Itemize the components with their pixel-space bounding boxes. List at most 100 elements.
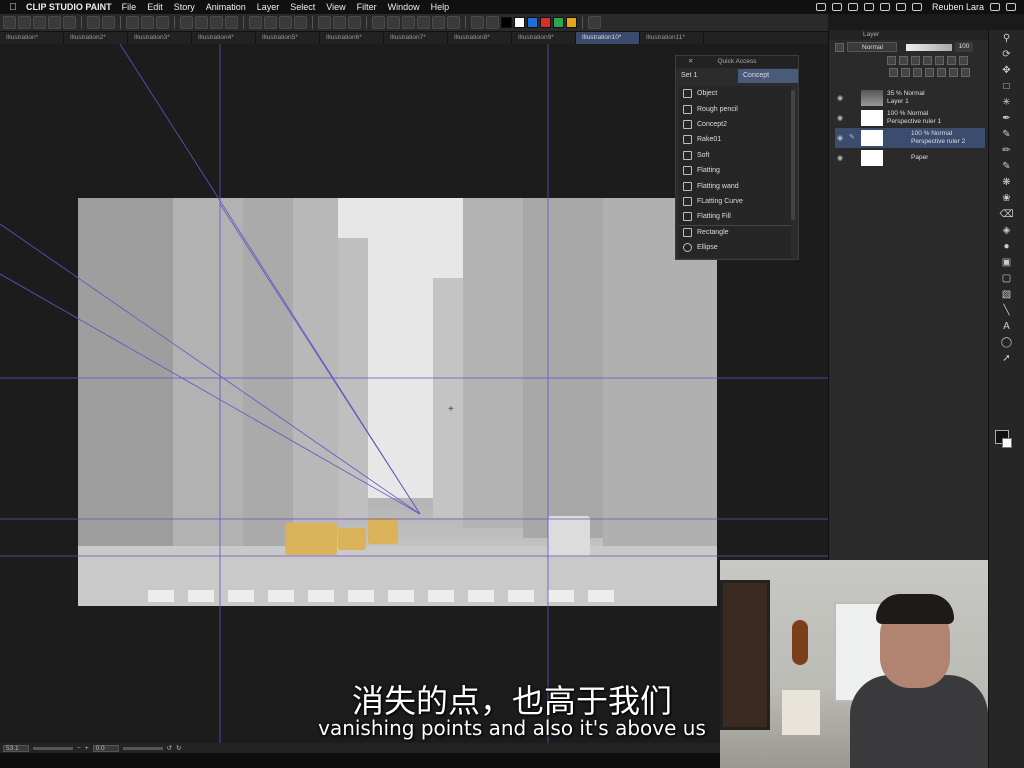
set-tab-concept[interactable]: Concept (738, 69, 798, 83)
clear-icon[interactable] (156, 16, 169, 29)
export-icon[interactable] (48, 16, 61, 29)
swatch-white[interactable] (514, 17, 525, 28)
mask-add-icon[interactable] (937, 67, 946, 77)
opacity-value[interactable]: 100 (955, 42, 973, 52)
decoration-icon[interactable]: ❀ (1000, 192, 1014, 206)
swatch-red[interactable] (540, 17, 551, 28)
brush-icon[interactable]: ✎ (1000, 160, 1014, 174)
wifi-icon[interactable] (863, 3, 874, 11)
apply-mask-icon[interactable] (949, 67, 958, 77)
deselect-icon[interactable] (210, 16, 223, 29)
merge-down-icon[interactable] (925, 67, 934, 77)
menu-story[interactable]: Story (174, 2, 195, 12)
gradient-icon[interactable]: ▣ (1000, 256, 1014, 270)
zoom-in-icon[interactable]: + (85, 745, 89, 752)
layer-row-layer-1[interactable]: ◉ 35 % Normal Layer 1 (835, 88, 985, 108)
tab-illustration-7[interactable]: Illustration7* (384, 32, 448, 44)
snap-ruler-icon[interactable] (249, 16, 262, 29)
quick-access-item[interactable]: Rake01 (679, 132, 791, 147)
perspective-guide-line[interactable] (0, 223, 421, 515)
selection-launcher-icon[interactable] (417, 16, 430, 29)
lock-transparent-icon[interactable] (935, 55, 944, 65)
app-name[interactable]: CLIP STUDIO PAINT (26, 2, 112, 12)
figure-icon[interactable]: ▢ (1000, 272, 1014, 286)
eyedropper-icon[interactable]: ✒ (1000, 112, 1014, 126)
menu-window[interactable]: Window (388, 2, 420, 12)
apple-icon[interactable]:  (0, 2, 26, 13)
quick-access-item[interactable]: Ellipse (679, 240, 791, 255)
quick-access-item[interactable]: Flatting (679, 163, 791, 178)
clip-icon[interactable] (887, 55, 896, 65)
control-center-icon[interactable] (1006, 3, 1016, 11)
perspective-ruler-icon[interactable] (294, 16, 307, 29)
perspective-guide-line[interactable] (119, 44, 421, 515)
transform-icon[interactable] (180, 16, 193, 29)
fill-icon[interactable]: ● (1000, 240, 1014, 254)
eye-icon[interactable]: ◉ (837, 114, 843, 122)
menu-select[interactable]: Select (290, 2, 315, 12)
brush-icon[interactable] (333, 16, 346, 29)
swatch-black[interactable] (501, 17, 512, 28)
quick-access-item[interactable]: Flatting Fill (679, 209, 791, 224)
close-icon[interactable]: ✕ (688, 56, 693, 68)
correct-line-icon[interactable]: ➚ (1000, 352, 1014, 366)
rotation-slider[interactable] (122, 746, 163, 750)
zoom-slider[interactable] (33, 746, 73, 750)
redo-icon[interactable] (141, 16, 154, 29)
tab-illustration-1[interactable]: Illustration* (0, 32, 64, 44)
speech-balloon-icon[interactable] (402, 16, 415, 29)
mask-icon[interactable] (947, 55, 956, 65)
invert-selection-icon[interactable] (225, 16, 238, 29)
quick-access-item[interactable]: Rough pencil (679, 101, 791, 116)
new-vector-layer-icon[interactable] (901, 67, 910, 77)
airbrush-icon[interactable]: ❋ (1000, 176, 1014, 190)
text-icon[interactable]: A (1000, 320, 1014, 334)
quick-access-item[interactable]: Concept2 (679, 117, 791, 132)
rotate-icon[interactable]: ⟳ (1000, 48, 1014, 62)
reference-icon[interactable] (899, 55, 908, 65)
snap-grid-icon[interactable] (279, 16, 292, 29)
set-dropdown[interactable]: Set 1 (676, 69, 738, 83)
eye-icon[interactable]: ◉ (837, 134, 843, 142)
zoom-out-icon[interactable]: − (77, 745, 81, 752)
rotate-right-icon[interactable]: ↻ (176, 744, 181, 752)
eye-icon[interactable]: ◉ (837, 94, 843, 102)
camera-icon[interactable] (831, 3, 842, 11)
snap-special-ruler-icon[interactable] (264, 16, 277, 29)
checker-icon[interactable] (486, 16, 499, 29)
undo-icon[interactable] (126, 16, 139, 29)
menu-view[interactable]: View (326, 2, 345, 12)
quick-access-item[interactable]: FLatting Curve (679, 194, 791, 209)
volume-icon[interactable] (895, 3, 906, 11)
swatch-green[interactable] (553, 17, 564, 28)
eraser-icon[interactable] (348, 16, 361, 29)
layers-icon[interactable] (588, 16, 601, 29)
rotate-left-icon[interactable]: ↺ (167, 744, 172, 752)
frame-border-icon[interactable]: ▧ (1000, 288, 1014, 302)
quick-access-item[interactable]: Flatting wand (679, 178, 791, 193)
eyedropper-icon[interactable] (471, 16, 484, 29)
save-icon[interactable] (33, 16, 46, 29)
layer-property-icon[interactable] (835, 42, 844, 52)
opacity-slider[interactable] (906, 43, 952, 51)
trash-icon[interactable] (961, 67, 970, 77)
grid-icon[interactable] (447, 16, 460, 29)
new-icon[interactable] (3, 16, 16, 29)
quick-access-item[interactable]: Rectangle (679, 224, 791, 240)
menu-help[interactable]: Help (431, 2, 450, 12)
quick-access-item[interactable]: Object (679, 86, 791, 101)
clip-studio-icon[interactable] (87, 16, 100, 29)
gear-icon[interactable] (847, 3, 858, 11)
layer-row-perspective-ruler-1[interactable]: ◉ 100 % Normal Perspective ruler 1 (835, 108, 985, 128)
tab-illustration-2[interactable]: Illustration2* (64, 32, 128, 44)
swatch-blue[interactable] (527, 17, 538, 28)
lock-icon[interactable] (923, 55, 932, 65)
new-raster-layer-icon[interactable] (889, 67, 898, 77)
blend-icon[interactable]: ◈ (1000, 224, 1014, 238)
battery-icon[interactable] (911, 3, 922, 11)
eye-icon[interactable]: ◉ (837, 154, 843, 162)
perspective-guide-line[interactable] (219, 203, 421, 515)
pen-icon[interactable] (318, 16, 331, 29)
new-folder-icon[interactable] (913, 67, 922, 77)
ruler-icon[interactable]: ╲ (1000, 304, 1014, 318)
